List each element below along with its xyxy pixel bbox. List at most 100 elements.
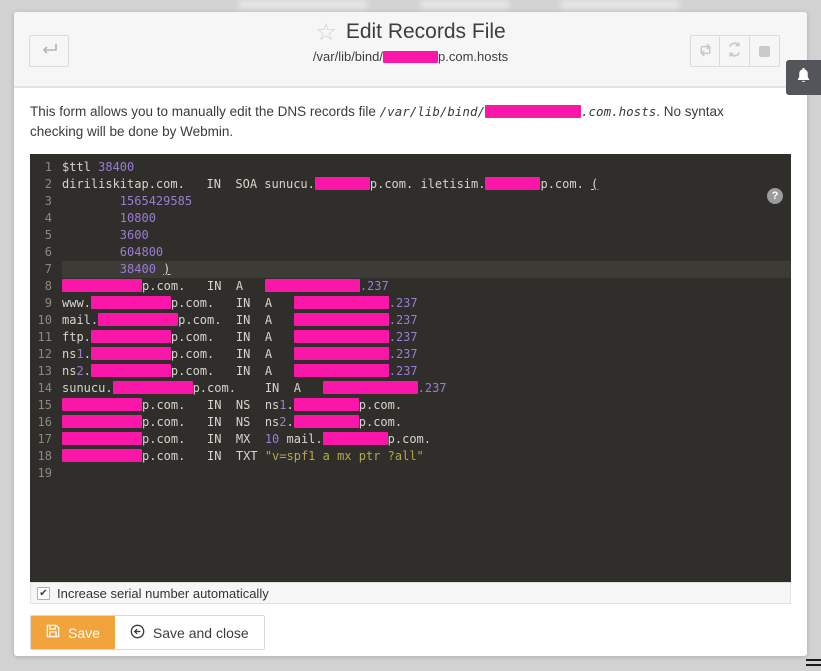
- line-number: 1: [30, 159, 52, 176]
- arrow-circle-left-icon: [130, 624, 145, 642]
- code-line-9[interactable]: 9 www.p.com. IN A .237: [30, 295, 791, 312]
- favorite-star-icon[interactable]: ☆: [315, 20, 337, 44]
- edit-records-dialog: ☆ Edit Records File /var/lib/bind/p.com.…: [14, 12, 807, 656]
- code-line-16[interactable]: 16p.com. IN NS ns2.p.com.: [30, 414, 791, 431]
- redacted-text: [294, 364, 389, 377]
- line-content: 1565429585: [62, 193, 791, 210]
- line-number: 4: [30, 210, 52, 227]
- scrollbar-artifact: [806, 659, 821, 668]
- line-content: [62, 465, 791, 482]
- file-path-subtitle: /var/lib/bind/p.com.hosts: [14, 49, 807, 64]
- line-content: p.com. IN NS ns1.p.com.: [62, 397, 791, 414]
- code-line-19[interactable]: 19: [30, 465, 791, 482]
- redacted-text: [294, 313, 389, 326]
- line-content: p.com. IN A .237: [62, 278, 791, 295]
- page-backdrop: ☆ Edit Records File /var/lib/bind/p.com.…: [0, 0, 821, 671]
- line-content: ns1.p.com. IN A .237: [62, 346, 791, 363]
- refresh-button[interactable]: [720, 35, 750, 67]
- code-line-10[interactable]: 10mail.p.com. IN A .237: [30, 312, 791, 329]
- refresh-icon: [726, 41, 743, 61]
- line-content: 38400 ): [62, 261, 791, 278]
- line-number: 11: [30, 329, 52, 346]
- save-button[interactable]: Save: [31, 616, 115, 649]
- line-content: p.com. IN MX 10 mail.p.com.: [62, 431, 791, 448]
- redacted-text: [315, 177, 370, 190]
- line-content: ftp.p.com. IN A .237: [62, 329, 791, 346]
- redacted-text: [265, 279, 360, 292]
- line-content: p.com. IN TXT "v=spf1 a mx ptr ?all": [62, 448, 791, 465]
- redacted-text: [294, 347, 389, 360]
- line-content: 10800: [62, 210, 791, 227]
- line-content: $ttl 38400: [62, 159, 791, 176]
- page-title: Edit Records File: [346, 20, 506, 44]
- redacted-text: [485, 177, 540, 190]
- line-content: 3600: [62, 227, 791, 244]
- header-action-group: [690, 35, 780, 67]
- code-line-14[interactable]: 14 sunucu.p.com. IN A .237: [30, 380, 791, 397]
- redacted-domain: [383, 51, 438, 63]
- redacted-text: [294, 330, 389, 343]
- line-content: sunucu.p.com. IN A .237: [62, 380, 791, 397]
- question-mark: ?: [772, 190, 779, 202]
- code-line-5[interactable]: 5 3600: [30, 227, 791, 244]
- background-artifact: [238, 0, 368, 9]
- redacted-text: [91, 296, 171, 309]
- code-line-1[interactable]: 1 $ttl 38400: [30, 159, 791, 176]
- serial-checkbox-row[interactable]: ✔ Increase serial number automatically: [30, 582, 791, 604]
- line-content: diriliskitap.com. IN SOA sunucu.p.com. i…: [62, 176, 791, 193]
- code-line-17[interactable]: 17 p.com. IN MX 10 mail.p.com.: [30, 431, 791, 448]
- redacted-domain: [485, 105, 581, 118]
- floppy-disk-icon: [46, 624, 60, 641]
- code-line-11[interactable]: 11 ftp.p.com. IN A .237: [30, 329, 791, 346]
- path-prefix: /var/lib/bind/: [313, 49, 383, 64]
- line-number: 19: [30, 465, 52, 482]
- stop-button[interactable]: [750, 35, 780, 67]
- redacted-text: [323, 381, 418, 394]
- code-line-18[interactable]: 18 p.com. IN TXT "v=spf1 a mx ptr ?all": [30, 448, 791, 465]
- notifications-tab[interactable]: [786, 60, 821, 95]
- save-button-label: Save: [68, 625, 100, 641]
- redacted-text: [91, 330, 171, 343]
- redacted-text: [62, 279, 142, 292]
- line-number: 13: [30, 363, 52, 380]
- redacted-text: [294, 415, 359, 428]
- serial-checkbox[interactable]: ✔: [37, 587, 50, 600]
- line-number: 9: [30, 295, 52, 312]
- code-line-8[interactable]: 8p.com. IN A .237: [30, 278, 791, 295]
- redacted-text: [62, 449, 142, 462]
- code-line-12[interactable]: 12 ns1.p.com. IN A .237: [30, 346, 791, 363]
- code-line-7[interactable]: 7 38400 ): [30, 261, 791, 278]
- serial-checkbox-label: Increase serial number automatically: [57, 586, 269, 601]
- code-line-15[interactable]: 15p.com. IN NS ns1.p.com.: [30, 397, 791, 414]
- code-line-6[interactable]: 6 604800: [30, 244, 791, 261]
- checkmark-icon: ✔: [39, 588, 47, 599]
- redacted-text: [294, 296, 389, 309]
- line-content: 604800: [62, 244, 791, 261]
- line-number: 2: [30, 176, 52, 193]
- line-content: ns2.p.com. IN A .237: [62, 363, 791, 380]
- save-and-close-button[interactable]: Save and close: [115, 616, 264, 649]
- line-content: www.p.com. IN A .237: [62, 295, 791, 312]
- line-number: 12: [30, 346, 52, 363]
- path-suffix: p.com.hosts: [438, 49, 508, 64]
- repeat-button[interactable]: [690, 35, 720, 67]
- redacted-text: [62, 415, 142, 428]
- code-line-4[interactable]: 4 10800: [30, 210, 791, 227]
- line-number: 18: [30, 448, 52, 465]
- redacted-text: [62, 398, 142, 411]
- redacted-text: [62, 432, 142, 445]
- description-text: This form allows you to manually edit th…: [30, 104, 380, 119]
- save-and-close-label: Save and close: [153, 625, 249, 641]
- help-icon[interactable]: ?: [767, 188, 783, 204]
- line-number: 14: [30, 380, 52, 397]
- background-artifact: [420, 0, 510, 9]
- line-content: mail.p.com. IN A .237: [62, 312, 791, 329]
- code-line-2[interactable]: 2 diriliskitap.com. IN SOA sunucu.p.com. …: [30, 176, 791, 193]
- code-line-13[interactable]: 13 ns2.p.com. IN A .237: [30, 363, 791, 380]
- line-number: 17: [30, 431, 52, 448]
- code-line-3[interactable]: 3 1565429585: [30, 193, 791, 210]
- dialog-body: This form allows you to manually edit th…: [14, 88, 807, 650]
- records-file-path: /var/lib/bind/.com.hosts: [380, 104, 657, 119]
- records-editor[interactable]: 1 $ttl 38400 2 diriliskitap.com. IN SOA sun…: [30, 154, 791, 582]
- background-artifact: [560, 0, 680, 9]
